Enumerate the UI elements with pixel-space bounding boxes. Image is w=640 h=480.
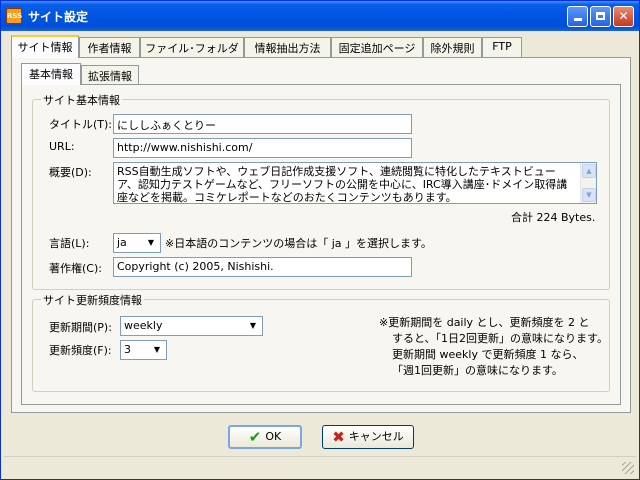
summary-scrollbar[interactable]: ▲ ▼	[580, 163, 596, 203]
update-frequency-select[interactable]: 3 ▼	[120, 340, 167, 360]
window-title: サイト設定	[28, 10, 89, 24]
summary-byte-count: 合計 224 Bytes.	[511, 211, 596, 224]
url-input[interactable]: http://www.nishishi.com/	[113, 138, 412, 158]
cancel-button[interactable]: ✖ キャンセル	[322, 425, 414, 449]
ok-button[interactable]: ✔ OK	[228, 425, 302, 449]
subtab-basic-info[interactable]: 基本情報	[21, 63, 81, 85]
update-note-line: ※更新期間を daily とし、更新頻度を 2 と	[379, 316, 590, 329]
title-label: タイトル(T):	[49, 118, 113, 131]
language-value: ja	[117, 236, 127, 249]
copyright-label: 著作権(C):	[49, 262, 102, 275]
cancel-label: キャンセル	[348, 430, 404, 443]
update-frequency-value: 3	[124, 343, 131, 356]
minimize-icon	[573, 18, 582, 21]
group-title: サイト更新頻度情報	[41, 292, 144, 308]
tab-ftp[interactable]: FTP	[482, 37, 522, 57]
scroll-down-icon[interactable]: ▼	[582, 188, 596, 202]
copyright-input[interactable]: Copyright (c) 2005, Nishishi.	[113, 257, 412, 277]
resize-grip-icon[interactable]	[622, 462, 634, 474]
scroll-up-icon[interactable]: ▲	[582, 164, 596, 178]
maximize-button[interactable]	[590, 6, 611, 27]
title-input[interactable]: にししふぁくとりー	[113, 114, 412, 134]
subtab-extended-info[interactable]: 拡張情報	[81, 65, 139, 85]
url-label: URL:	[49, 140, 75, 153]
cross-icon: ✖	[332, 428, 345, 446]
chevron-down-icon[interactable]: ▼	[149, 342, 165, 358]
close-icon: ✕	[618, 9, 629, 23]
tab-file-folder[interactable]: ファイル･フォルダ	[140, 37, 244, 57]
chevron-down-icon[interactable]: ▼	[245, 318, 261, 334]
update-note-line: 「週1回更新」の意味になります。	[392, 364, 563, 377]
summary-textarea[interactable]: RSS自動生成ソフトや、ウェブ日記作成支援ソフト、連続閲覧に特化したテキストビュ…	[113, 162, 597, 204]
tab-extraction-method[interactable]: 情報抽出方法	[244, 37, 331, 57]
summary-label: 概要(D):	[49, 166, 92, 179]
maximize-icon	[596, 12, 605, 20]
language-label: 言語(L):	[49, 237, 90, 250]
ok-label: OK	[265, 430, 282, 443]
update-frequency-label: 更新頻度(F):	[49, 344, 112, 357]
settings-dialog: RSS サイト設定 ✕ サイト情報 作者情報 ファイル･フォルダ 情報抽出方法 …	[0, 0, 640, 480]
language-select[interactable]: ja ▼	[113, 233, 161, 253]
update-period-label: 更新期間(P):	[49, 321, 112, 334]
status-bar	[4, 456, 636, 476]
title-bar[interactable]: RSS サイト設定 ✕	[1, 1, 639, 31]
tab-exclusion-rules[interactable]: 除外規則	[423, 37, 482, 57]
basic-info-panel: サイト基本情報 タイトル(T): にししふぁくとりー URL: http://w…	[21, 84, 621, 405]
language-note: ※日本語のコンテンツの場合は「 ja 」を選択します。	[165, 237, 432, 250]
update-note-line: すると、「1日2回更新」の意味になります。	[392, 332, 608, 345]
update-period-value: weekly	[124, 319, 163, 332]
tab-author-info[interactable]: 作者情報	[79, 37, 140, 57]
tab-site-info[interactable]: サイト情報	[11, 35, 79, 58]
chevron-down-icon[interactable]: ▼	[143, 235, 159, 251]
update-period-select[interactable]: weekly ▼	[120, 316, 263, 336]
update-note-line: 更新期間 weekly で更新頻度 1 なら、	[392, 348, 584, 361]
tab-fixed-pages[interactable]: 固定追加ページ	[331, 37, 423, 57]
minimize-button[interactable]	[567, 6, 588, 27]
check-icon: ✔	[248, 428, 262, 446]
close-button[interactable]: ✕	[613, 6, 634, 27]
summary-text: RSS自動生成ソフトや、ウェブ日記作成支援ソフト、連続閲覧に特化したテキストビュ…	[117, 165, 568, 204]
group-title: サイト基本情報	[41, 92, 122, 108]
app-rss-icon: RSS	[6, 8, 22, 24]
